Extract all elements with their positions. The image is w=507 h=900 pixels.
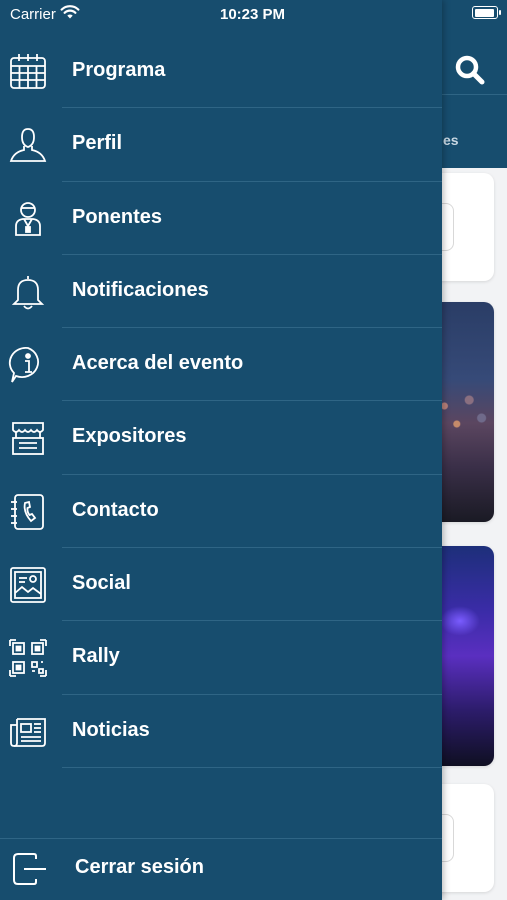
newspaper-icon bbox=[8, 712, 48, 752]
menu-item-perfil[interactable]: Perfil bbox=[0, 108, 442, 182]
wifi-icon bbox=[60, 4, 80, 24]
menu-label: Expositores bbox=[72, 425, 187, 448]
user-icon bbox=[8, 125, 48, 165]
menu-label: Contacto bbox=[72, 498, 159, 521]
menu-label: Programa bbox=[72, 59, 166, 81]
menu-label: Noticias bbox=[72, 718, 150, 741]
drawer-menu: Programa Perfil Ponentes Notificaciones … bbox=[0, 35, 442, 768]
menu-item-acerca-del-evento[interactable]: Acerca del evento bbox=[0, 328, 442, 402]
menu-item-noticias[interactable]: Noticias bbox=[0, 695, 442, 768]
carrier-label: Carrier bbox=[10, 6, 56, 23]
menu-label: Notificaciones bbox=[72, 278, 209, 301]
calendar-icon bbox=[8, 52, 48, 92]
menu-item-social[interactable]: Social bbox=[0, 548, 442, 622]
divider bbox=[62, 766, 442, 768]
booth-icon bbox=[8, 418, 48, 458]
logout-icon bbox=[10, 851, 50, 887]
social-photo-icon bbox=[8, 565, 48, 605]
tab-label-fragment[interactable]: es bbox=[443, 132, 459, 148]
menu-item-contacto[interactable]: Contacto bbox=[0, 475, 442, 549]
menu-label: Ponentes bbox=[72, 205, 163, 228]
menu-label: Social bbox=[72, 572, 131, 595]
menu-label: Rally bbox=[72, 645, 120, 668]
menu-label: Perfil bbox=[72, 132, 123, 155]
menu-item-notificaciones[interactable]: Notificaciones bbox=[0, 255, 442, 329]
menu-label: Acerca del evento bbox=[72, 352, 244, 375]
qr-code-icon bbox=[8, 638, 48, 678]
logout-button[interactable]: Cerrar sesión bbox=[0, 839, 442, 900]
menu-item-rally[interactable]: Rally bbox=[0, 621, 442, 695]
logout-label: Cerrar sesión bbox=[75, 856, 204, 878]
battery-icon bbox=[472, 6, 501, 19]
status-bar: Carrier 10:23 PM bbox=[0, 0, 507, 30]
clock: 10:23 PM bbox=[220, 6, 286, 23]
bell-icon bbox=[8, 272, 48, 312]
menu-item-ponentes[interactable]: Ponentes bbox=[0, 182, 442, 255]
side-drawer: Programa Perfil Ponentes Notificaciones … bbox=[0, 0, 442, 900]
menu-item-expositores[interactable]: Expositores bbox=[0, 401, 442, 475]
speaker-icon bbox=[8, 199, 48, 239]
info-icon bbox=[8, 345, 48, 385]
search-icon[interactable] bbox=[452, 52, 488, 88]
menu-item-programa[interactable]: Programa bbox=[0, 35, 442, 109]
phone-book-icon bbox=[8, 492, 48, 532]
